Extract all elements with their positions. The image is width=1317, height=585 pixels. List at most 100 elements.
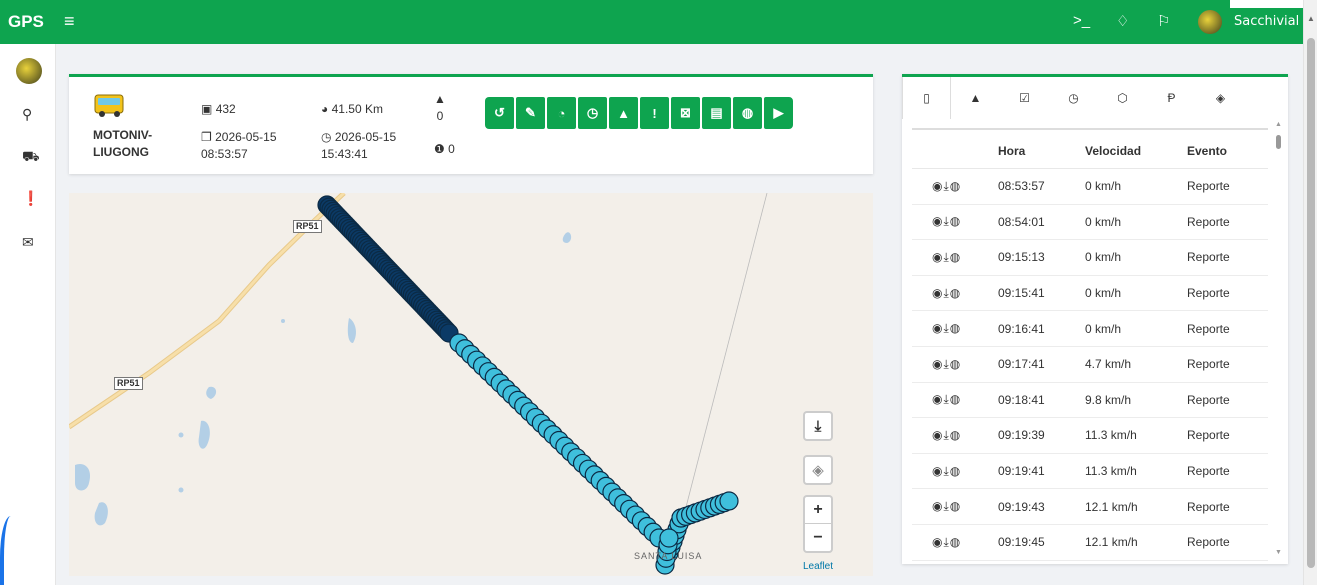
globe-icon[interactable]: ◍ xyxy=(950,250,961,264)
cell-evento: Reporte xyxy=(1187,499,1230,514)
table-row[interactable]: ◉⤓◍ 09:19:39 11.3 km/h Reporte xyxy=(912,418,1268,454)
terminal-icon[interactable]: >_ xyxy=(1073,12,1090,29)
speedometer-icon[interactable]: ◔ xyxy=(547,97,576,129)
water-body xyxy=(94,502,108,526)
exclamation-icon[interactable]: ! xyxy=(640,97,669,129)
vehicle-name: MOTONIV- LIUGONG xyxy=(93,127,173,161)
tab-divider xyxy=(912,128,1268,130)
cell-velocidad: 0 km/h xyxy=(1085,179,1122,194)
clock-icon[interactable]: ◷ xyxy=(578,97,607,129)
row-actions: ◉⤓◍ xyxy=(912,464,998,479)
table-scroll-thumb[interactable] xyxy=(1276,135,1281,149)
globe-icon[interactable]: ◍ xyxy=(950,286,961,300)
end-time: 15:43:41 xyxy=(321,147,368,161)
col-evento: Evento xyxy=(1187,143,1228,158)
col-velocidad: Velocidad xyxy=(1085,143,1142,158)
eye-icon[interactable]: ◉ xyxy=(932,321,943,335)
scroll-down-icon[interactable]: ▼ xyxy=(1275,549,1282,556)
eye-icon[interactable]: ◉ xyxy=(932,464,943,478)
hamburger-icon[interactable]: ≡ xyxy=(64,11,75,32)
map-canvas[interactable] xyxy=(69,193,873,576)
bell-icon[interactable]: ♢ xyxy=(1116,12,1129,30)
table-row[interactable]: ◉⤓◍ 09:16:41 0 km/h Reporte xyxy=(912,311,1268,347)
eye-icon[interactable]: ◉ xyxy=(932,357,943,371)
globe-icon[interactable]: ◍ xyxy=(950,214,961,228)
table-row[interactable]: ◉⤓◍ 09:15:41 0 km/h Reporte xyxy=(912,276,1268,312)
zoom-out-button[interactable]: − xyxy=(805,524,831,551)
download-icon[interactable]: ⤓ xyxy=(803,411,833,441)
eye-icon[interactable]: ◉ xyxy=(932,214,943,228)
zoom-in-button[interactable]: + xyxy=(805,497,831,524)
row-actions: ◉⤓◍ xyxy=(912,535,998,550)
cell-velocidad: 12.1 km/h xyxy=(1085,499,1138,514)
globe-icon[interactable]: ◍ xyxy=(950,392,961,406)
eye-icon[interactable]: ◉ xyxy=(932,179,943,193)
scroll-up-icon[interactable]: ▲ xyxy=(1307,14,1315,23)
tab-clock-icon[interactable]: ◷ xyxy=(1049,77,1098,119)
tab-eye-slash-icon[interactable]: ◈ xyxy=(1196,77,1245,119)
water-body xyxy=(347,318,356,343)
row-actions: ◉⤓◍ xyxy=(912,321,998,336)
tab-bell-icon[interactable]: ▲ xyxy=(951,77,1000,119)
table-row[interactable]: ◉⤓◍ 09:18:41 9.8 km/h Reporte xyxy=(912,383,1268,419)
brand-logo[interactable]: GPS xyxy=(8,12,44,32)
start-date: 2026-05-15 xyxy=(215,130,277,144)
map-view[interactable]: RP51 RP51 SANTA LUISA ⤓ ◈ + − Leaflet xyxy=(69,193,873,576)
user-avatar[interactable] xyxy=(1198,10,1222,34)
table-row[interactable]: ◉⤓◍ 09:15:13 0 km/h Reporte xyxy=(912,240,1268,276)
tab-gear-icon[interactable]: ⬡ xyxy=(1098,77,1147,119)
globe-icon[interactable]: ◍ xyxy=(733,97,762,129)
exclamation-circle-icon: ❶ xyxy=(434,142,445,156)
excel-icon[interactable]: ⊠ xyxy=(671,97,700,129)
car-icon[interactable]: ⛟ xyxy=(22,148,40,167)
globe-icon[interactable]: ◍ xyxy=(950,357,961,371)
route-marker[interactable] xyxy=(719,491,739,511)
warning-icon[interactable]: ▲ xyxy=(609,97,638,129)
alert-count: ▲ 0 xyxy=(434,91,446,125)
eye-icon[interactable]: ◉ xyxy=(932,392,943,406)
dashboard-icon: ◕ xyxy=(321,102,329,116)
table-row[interactable]: ◉⤓◍ 09:19:41 11.3 km/h Reporte xyxy=(912,454,1268,490)
scrollbar-thumb[interactable] xyxy=(1307,38,1315,568)
alert-count-value: 0 xyxy=(436,109,444,123)
globe-icon[interactable]: ◍ xyxy=(950,321,961,335)
table-row[interactable]: ◉⤓◍ 09:19:45 12.1 km/h Reporte xyxy=(912,525,1268,561)
table-scrollbar[interactable]: ▲ ▼ xyxy=(1274,121,1284,561)
globe-icon[interactable]: ◍ xyxy=(950,179,961,193)
file-icon[interactable]: ▤ xyxy=(702,97,731,129)
tab-file-icon[interactable]: ▯ xyxy=(902,77,951,119)
scroll-up-icon[interactable]: ▲ xyxy=(1275,121,1282,128)
map-marker-icon[interactable]: ⚲ xyxy=(22,106,32,123)
route-marker[interactable] xyxy=(659,528,679,548)
thin-line xyxy=(684,193,768,512)
globe-icon[interactable]: ◍ xyxy=(950,535,961,549)
eye-icon[interactable]: ◉ xyxy=(932,250,943,264)
eye-icon[interactable]: ◉ xyxy=(932,535,943,549)
leaflet-attribution[interactable]: Leaflet xyxy=(803,561,833,572)
tab-flag-icon[interactable]: Ᵽ xyxy=(1147,77,1196,119)
layers-icon[interactable]: ◈ xyxy=(803,455,833,485)
flag-icon[interactable]: ⚐ xyxy=(1157,12,1170,30)
cell-velocidad: 4.7 km/h xyxy=(1085,357,1132,372)
page-scrollbar[interactable]: ▲ xyxy=(1303,0,1317,585)
sidebar-avatar[interactable] xyxy=(16,58,42,84)
table-row[interactable]: ◉⤓◍ 08:53:57 0 km/h Reporte xyxy=(912,169,1268,205)
envelope-icon[interactable]: ✉ xyxy=(22,234,34,251)
table-row[interactable]: ◉⤓◍ 08:54:01 0 km/h Reporte xyxy=(912,205,1268,241)
tab-check-square-icon[interactable]: ☑ xyxy=(1000,77,1049,119)
eye-icon[interactable]: ◉ xyxy=(932,286,943,300)
table-row[interactable]: ◉⤓◍ 09:19:43 12.1 km/h Reporte xyxy=(912,489,1268,525)
globe-icon[interactable]: ◍ xyxy=(950,464,961,478)
globe-icon[interactable]: ◍ xyxy=(950,499,961,513)
globe-icon[interactable]: ◍ xyxy=(950,428,961,442)
cell-hora: 09:16:41 xyxy=(998,321,1045,336)
play-icon[interactable]: ▶ xyxy=(764,97,793,129)
user-name[interactable]: Sacchivial xyxy=(1234,14,1299,29)
table-row[interactable]: ◉⤓◍ 09:17:41 4.7 km/h Reporte xyxy=(912,347,1268,383)
alert-icon[interactable]: ❗ xyxy=(22,190,39,207)
edit-icon[interactable]: ✎ xyxy=(516,97,545,129)
cell-velocidad: 12.1 km/h xyxy=(1085,535,1138,550)
history-icon[interactable]: ↺ xyxy=(485,97,514,129)
eye-icon[interactable]: ◉ xyxy=(932,499,943,513)
eye-icon[interactable]: ◉ xyxy=(932,428,943,442)
